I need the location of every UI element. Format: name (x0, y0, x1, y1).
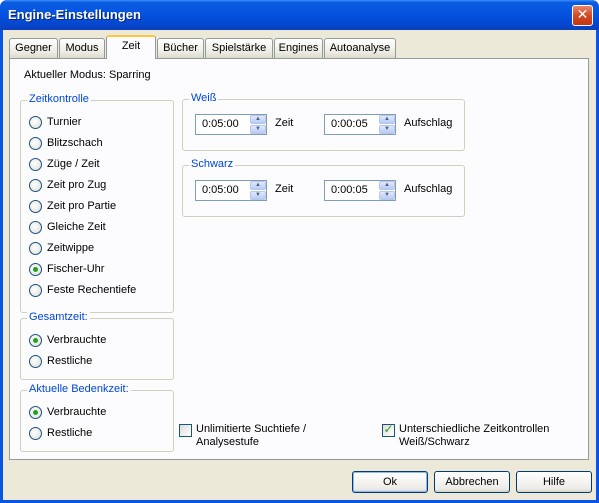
gesamtzeit-legend: Gesamtzeit: (27, 311, 90, 323)
dialog-window: Engine-Einstellungen ✕ Gegner Modus Zeit… (0, 0, 599, 503)
tab-buecher[interactable]: Bücher (157, 38, 204, 58)
schwarz-zeit-spinner[interactable]: 0:05:00 ▲ ▼ (195, 180, 267, 201)
radio-selected-dot (33, 267, 38, 272)
schwarz-group: Schwarz 0:05:00 ▲ ▼ Zeit 0:00:05 ▲ ▼ Auf… (182, 158, 465, 217)
bedenkzeit-group: Aktuelle Bedenkzeit: Verbrauchte Restlic… (20, 383, 174, 452)
tab-engines[interactable]: Engines (274, 38, 323, 58)
weiss-zeit-value: 0:05:00 (202, 118, 239, 130)
zeitkontrolle-group: Zeitkontrolle Turnier Blitzschach Züge /… (20, 93, 174, 313)
bedenkzeit-legend: Aktuelle Bedenkzeit: (27, 383, 131, 395)
radio-circle (29, 284, 42, 297)
spinner-arrows: ▲ ▼ (379, 115, 395, 134)
tab-autoanalyse[interactable]: Autoanalyse (324, 38, 396, 58)
spin-up-icon[interactable]: ▲ (250, 115, 266, 124)
spin-down-icon[interactable]: ▼ (379, 191, 395, 200)
help-button[interactable]: Hilfe (516, 471, 592, 493)
radio-label: Restliche (47, 427, 93, 439)
different-time-controls-checkbox[interactable]: ✓ (382, 422, 395, 437)
unlimited-depth-label-line2: Analysestufe (196, 436, 259, 448)
radio-label: Züge / Zeit (47, 158, 100, 170)
radio-label: Zeit pro Partie (47, 200, 117, 212)
unlimited-depth-label-line1: Unlimitierte Suchtiefe / (196, 423, 307, 435)
radio-circle (29, 242, 42, 255)
radio-circle (29, 263, 42, 276)
close-icon: ✕ (576, 7, 589, 23)
schwarz-zeit-label: Zeit (275, 183, 294, 195)
close-button[interactable]: ✕ (572, 5, 593, 26)
gesamtzeit-group: Gesamtzeit: Verbrauchte Restliche (20, 311, 174, 380)
radio-label: Verbrauchte (47, 406, 107, 418)
spin-up-icon[interactable]: ▲ (379, 115, 395, 124)
spin-down-icon[interactable]: ▼ (250, 125, 266, 134)
radio-circle (29, 179, 42, 192)
radio-circle (29, 158, 42, 171)
tab-modus[interactable]: Modus (59, 38, 105, 58)
spinner-arrows: ▲ ▼ (250, 115, 266, 134)
radio-circle (29, 137, 42, 150)
spin-down-icon[interactable]: ▼ (379, 125, 395, 134)
radio-label: Feste Rechentiefe (47, 284, 137, 296)
unlimited-depth-checkbox[interactable] (179, 424, 192, 437)
ok-button[interactable]: Ok (352, 471, 428, 493)
radio-circle (29, 221, 42, 234)
window-title: Engine-Einstellungen (8, 7, 141, 22)
radio-label: Restliche (47, 355, 93, 367)
radio-circle (29, 355, 42, 368)
radio-circle (29, 116, 42, 129)
weiss-legend: Weiß (189, 92, 219, 104)
weiss-zeit-spinner[interactable]: 0:05:00 ▲ ▼ (195, 114, 267, 135)
current-mode-label: Aktueller Modus: Sparring (24, 69, 151, 81)
spin-down-icon[interactable]: ▼ (250, 191, 266, 200)
spin-up-icon[interactable]: ▲ (379, 181, 395, 190)
weiss-group: Weiß 0:05:00 ▲ ▼ Zeit 0:00:05 ▲ ▼ Aufsch… (182, 92, 465, 151)
tab-gegner[interactable]: Gegner (9, 38, 58, 58)
schwarz-aufschlag-label: Aufschlag (404, 183, 453, 195)
spin-up-icon[interactable]: ▲ (250, 181, 266, 190)
different-time-controls-label-line1: Unterschiedliche Zeitkontrollen (399, 423, 550, 435)
spinner-arrows: ▲ ▼ (379, 181, 395, 200)
radio-label: Verbrauchte (47, 334, 107, 346)
weiss-aufschlag-value: 0:00:05 (331, 118, 368, 130)
dialog-client-area: Gegner Modus Zeit Bücher Spielstärke Eng… (3, 30, 596, 500)
radio-selected-dot (33, 410, 38, 415)
schwarz-zeit-value: 0:05:00 (202, 184, 239, 196)
schwarz-legend: Schwarz (189, 158, 236, 170)
tab-panel-zeit: Aktueller Modus: Sparring Zeitkontrolle … (9, 58, 589, 460)
weiss-aufschlag-label: Aufschlag (404, 117, 453, 129)
radio-circle (29, 427, 42, 440)
radio-label: Gleiche Zeit (47, 221, 106, 233)
title-bar[interactable]: Engine-Einstellungen ✕ (0, 0, 599, 30)
cancel-button[interactable]: Abbrechen (434, 471, 510, 493)
schwarz-aufschlag-spinner[interactable]: 0:00:05 ▲ ▼ (324, 180, 396, 201)
radio-label: Turnier (47, 116, 82, 128)
radio-label: Blitzschach (47, 137, 103, 149)
zeitkontrolle-legend: Zeitkontrolle (27, 93, 91, 105)
different-time-controls-label-line2: Weiß/Schwarz (399, 436, 470, 448)
radio-circle (29, 200, 42, 213)
checkmark-icon: ✓ (383, 422, 394, 436)
radio-label: Fischer-Uhr (47, 263, 105, 275)
radio-circle (29, 406, 42, 419)
radio-circle (29, 334, 42, 347)
radio-selected-dot (33, 338, 38, 343)
schwarz-aufschlag-value: 0:00:05 (331, 184, 368, 196)
spinner-arrows: ▲ ▼ (250, 181, 266, 200)
tab-zeit[interactable]: Zeit (106, 35, 156, 59)
radio-label: Zeit pro Zug (47, 179, 107, 191)
weiss-aufschlag-spinner[interactable]: 0:00:05 ▲ ▼ (324, 114, 396, 135)
weiss-zeit-label: Zeit (275, 117, 294, 129)
tab-spielstaerke[interactable]: Spielstärke (205, 38, 273, 58)
radio-label: Zeitwippe (47, 242, 95, 254)
